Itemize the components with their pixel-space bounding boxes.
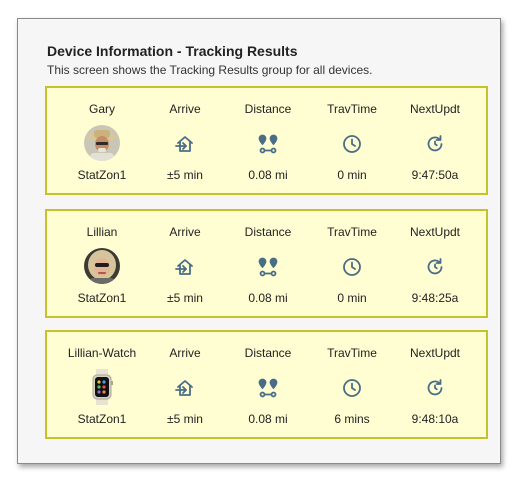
arrive-header: Arrive: [169, 225, 201, 239]
arrive-column: Arrive ±5 min: [140, 332, 230, 437]
refresh-icon: [423, 376, 447, 400]
device-zone: StatZon1: [77, 168, 127, 182]
nextupdt-header: NextUpdt: [409, 102, 461, 116]
arrive-header: Arrive: [169, 346, 201, 360]
travtime-column: TravTime 6 mins: [307, 332, 397, 437]
device-card-lillian-watch[interactable]: Lillian-Watch StatZon1 Arrive ±5 min Dis…: [45, 330, 488, 439]
device-card-gary[interactable]: Gary StatZon1 Arrive ±5 min Distance 0.0…: [45, 86, 488, 195]
device-card-lillian[interactable]: Lillian StatZon1 Arrive ±5 min Distance …: [45, 209, 488, 318]
arrive-value: ±5 min: [167, 291, 203, 305]
arrive-icon: [173, 132, 197, 156]
clock-icon: [340, 376, 364, 400]
device-name: Lillian: [86, 225, 118, 239]
device-name: Gary: [88, 102, 115, 116]
route-icon: [256, 132, 280, 156]
distance-header: Distance: [244, 225, 292, 239]
tracking-results-panel: Device Information - Tracking Results Th…: [17, 18, 501, 464]
arrive-value: ±5 min: [167, 412, 203, 426]
device-column: Lillian-Watch StatZon1: [57, 332, 147, 437]
page-title: Device Information - Tracking Results: [47, 43, 298, 59]
distance-value: 0.08 mi: [248, 168, 288, 182]
avatar: [84, 248, 120, 284]
travtime-value: 6 mins: [334, 412, 370, 426]
travtime-header: TravTime: [327, 225, 377, 239]
route-icon: [256, 376, 280, 400]
device-column: Gary StatZon1: [57, 88, 147, 193]
travtime-header: TravTime: [327, 346, 377, 360]
refresh-icon: [423, 132, 447, 156]
device-zone: StatZon1: [77, 412, 127, 426]
distance-header: Distance: [244, 346, 292, 360]
nextupdt-value: 9:48:10a: [411, 412, 459, 426]
travtime-value: 0 min: [337, 291, 367, 305]
clock-icon: [340, 255, 364, 279]
distance-column: Distance 0.08 mi: [223, 211, 313, 316]
arrive-column: Arrive ±5 min: [140, 211, 230, 316]
nextupdt-column: NextUpdt 9:47:50a: [390, 88, 480, 193]
arrive-icon: [173, 376, 197, 400]
device-column: Lillian StatZon1: [57, 211, 147, 316]
arrive-value: ±5 min: [167, 168, 203, 182]
arrive-icon: [173, 255, 197, 279]
route-icon: [256, 255, 280, 279]
travtime-column: TravTime 0 min: [307, 211, 397, 316]
avatar: [84, 125, 120, 161]
travtime-column: TravTime 0 min: [307, 88, 397, 193]
nextupdt-header: NextUpdt: [409, 225, 461, 239]
distance-header: Distance: [244, 102, 292, 116]
distance-column: Distance 0.08 mi: [223, 332, 313, 437]
refresh-icon: [423, 255, 447, 279]
nextupdt-value: 9:48:25a: [411, 291, 459, 305]
distance-value: 0.08 mi: [248, 412, 288, 426]
device-name: Lillian-Watch: [67, 346, 137, 360]
nextupdt-header: NextUpdt: [409, 346, 461, 360]
travtime-header: TravTime: [327, 102, 377, 116]
nextupdt-column: NextUpdt 9:48:25a: [390, 211, 480, 316]
distance-value: 0.08 mi: [248, 291, 288, 305]
arrive-header: Arrive: [169, 102, 201, 116]
device-zone: StatZon1: [77, 291, 127, 305]
watch-image: [84, 369, 120, 405]
arrive-column: Arrive ±5 min: [140, 88, 230, 193]
clock-icon: [340, 132, 364, 156]
page-subtitle: This screen shows the Tracking Results g…: [47, 63, 373, 77]
distance-column: Distance 0.08 mi: [223, 88, 313, 193]
nextupdt-value: 9:47:50a: [411, 168, 459, 182]
nextupdt-column: NextUpdt 9:48:10a: [390, 332, 480, 437]
travtime-value: 0 min: [337, 168, 367, 182]
